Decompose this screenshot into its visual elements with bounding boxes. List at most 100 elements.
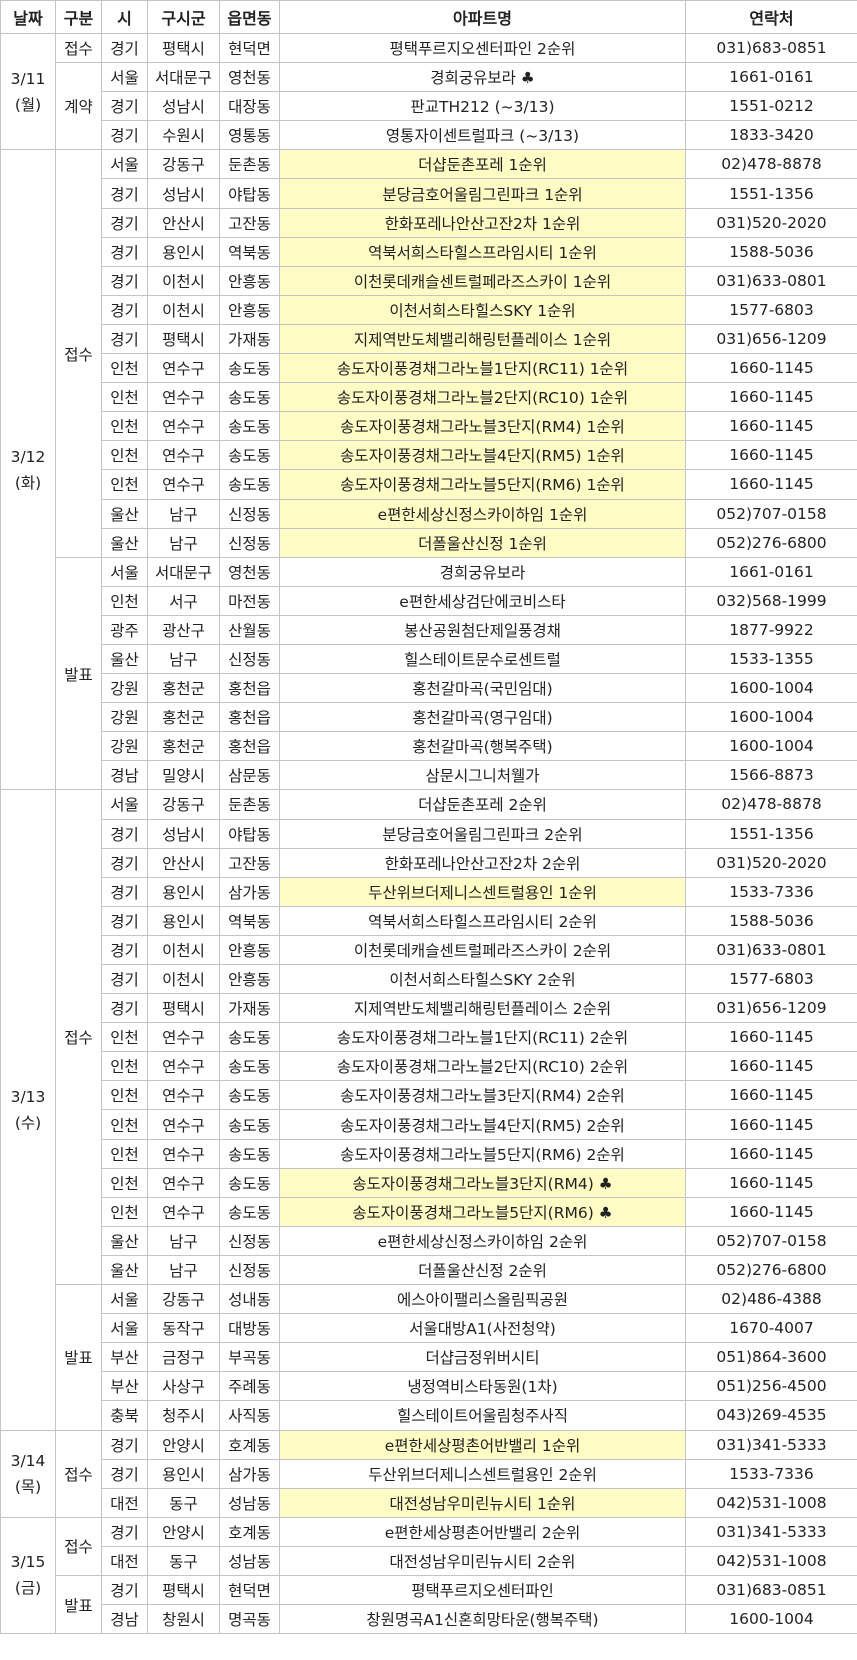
town-cell: 송도동 — [219, 353, 280, 384]
district-cell: 동구 — [147, 1487, 220, 1518]
table-row: 경기 이천시 안흥동 이천서희스타힐스SKY 1순위 1577-6803 — [1, 294, 857, 325]
header-row: 날짜 구분 시 구시군 읍면동 아파트명 연락처 — [0, 0, 857, 34]
contact-cell: 1660-1145 — [685, 1080, 857, 1111]
contact-cell: 1660-1145 — [685, 1051, 857, 1082]
apartment-cell: 한화포레나안산고잔2차 1순위 — [279, 207, 686, 238]
district-cell: 남구 — [147, 643, 220, 675]
apartment-cell: 서울대방A1(사전청약) — [279, 1313, 686, 1344]
table-row: 계약 서울 서대문구 영천동 경희궁유보라 ♣ 1661-0161 — [1, 62, 857, 151]
date-cell: 3/11 (월) — [0, 32, 56, 151]
city-cell: 광주 — [101, 614, 148, 645]
table-row: 인천 연수구 송도동 송도자이풍경채그라노블4단지(RM5) 2순위 1660-1145 — [1, 1109, 857, 1140]
apartment-cell: 영통자이센트럴파크 (~3/13) — [279, 120, 686, 151]
table-row: 부산 금정구 부곡동 더샵금정위버시티 051)864-3600 — [1, 1342, 857, 1373]
city-cell: 인천 — [101, 1109, 148, 1140]
table-row: 발표 서울 서대문구 영천동 경희궁유보라 1661-0161 — [1, 556, 857, 791]
town-cell: 송도동 — [219, 1051, 280, 1082]
apartment-cell: 더폴울산신정 1순위 — [279, 527, 686, 558]
city-cell: 인천 — [101, 440, 148, 471]
header-category: 구분 — [55, 0, 102, 34]
table-row: 대전 동구 성남동 대전성남우미린뉴시티 1순위 042)531-1008 — [1, 1487, 857, 1518]
contact-cell: 1660-1145 — [685, 1109, 857, 1140]
contact-cell: 1670-4007 — [685, 1313, 857, 1344]
contact-cell: 051)256-4500 — [685, 1371, 857, 1402]
town-cell: 송도동 — [219, 1022, 280, 1053]
district-cell: 연수구 — [147, 1080, 220, 1111]
header-contact: 연락처 — [685, 0, 857, 34]
contact-cell: 1660-1145 — [685, 469, 857, 500]
contact-cell: 1660-1145 — [685, 1022, 857, 1053]
district-cell: 용인시 — [147, 905, 220, 936]
contact-cell: 052)276-6800 — [685, 1254, 857, 1286]
contact-cell: 1660-1145 — [685, 1196, 857, 1227]
table-row: 울산 남구 신정동 e편한세상신정스카이하임 1순위 052)707-0158 — [1, 498, 857, 529]
apartment-cell: 창원명곡A1신혼희망타운(행복주택) — [279, 1604, 686, 1635]
district-cell: 금정구 — [147, 1342, 220, 1373]
district-cell: 용인시 — [147, 1458, 220, 1489]
city-cell: 인천 — [101, 1080, 148, 1111]
apartment-cell: 송도자이풍경채그라노블3단지(RM4) ♣ — [279, 1167, 686, 1198]
contact-cell: 1660-1145 — [685, 1138, 857, 1169]
contact-cell: 1600-1004 — [685, 1604, 857, 1635]
city-cell: 충북 — [101, 1400, 148, 1431]
table-header: 날짜 구분 시 구시군 읍면동 아파트명 연락처 — [0, 0, 857, 34]
town-cell: 마전동 — [219, 585, 280, 616]
contact-cell: 1577-6803 — [685, 294, 857, 325]
table-body: 3/11 (월) 접수 경기 평택시 현덕면 평택푸르지오센터파인 2순위 031)683-0… — [0, 32, 857, 1635]
apartment-cell: 두산위브더제니스센트럴용인 2순위 — [279, 1458, 686, 1489]
city-cell: 경기 — [101, 876, 148, 907]
apartment-cell: 더샵금정위버시티 — [279, 1342, 686, 1373]
apartment-cell: 지제역반도체밸리해링턴플레이스 2순위 — [279, 993, 686, 1024]
table-row: 울산 남구 신정동 힐스테이트문수로센트럴 1533-1355 — [1, 643, 857, 675]
town-cell: 가재동 — [219, 323, 280, 355]
table-row: 경기 수원시 영통동 영통자이센트럴파크 (~3/13) 1833-3420 — [1, 120, 857, 151]
city-cell: 경기 — [101, 963, 148, 995]
category-cell: 계약 — [55, 62, 102, 151]
apartment-cell: 송도자이풍경채그라노블1단지(RC11) 1순위 — [279, 353, 686, 384]
district-cell: 성남시 — [147, 818, 220, 849]
town-cell: 송도동 — [219, 1080, 280, 1111]
district-cell: 서구 — [147, 585, 220, 616]
district-cell: 연수구 — [147, 1051, 220, 1082]
district-cell: 연수구 — [147, 411, 220, 442]
apartment-cell: 평택푸르지오센터파인 2순위 — [279, 32, 686, 64]
town-cell: 현덕면 — [219, 32, 280, 64]
town-cell: 둔촌동 — [219, 149, 280, 180]
city-cell: 인천 — [101, 1022, 148, 1053]
town-cell: 송도동 — [219, 382, 280, 413]
contact-cell: 052)707-0158 — [685, 498, 857, 529]
table-row: 인천 연수구 송도동 송도자이풍경채그라노블3단지(RM4) 1순위 1660-1145 — [1, 411, 857, 442]
city-cell: 울산 — [101, 498, 148, 529]
town-cell: 삼가동 — [219, 1458, 280, 1489]
town-cell: 송도동 — [219, 411, 280, 442]
district-cell: 연수구 — [147, 1167, 220, 1198]
contact-cell: 052)276-6800 — [685, 527, 857, 558]
apartment-cell: e편한세상평촌어반밸리 1순위 — [279, 1429, 686, 1460]
contact-cell: 1661-0161 — [685, 556, 857, 587]
apartment-cell: 더샵둔촌포레 2순위 — [279, 789, 686, 820]
contact-cell: 1661-0161 — [685, 62, 857, 93]
town-cell: 성남동 — [219, 1487, 280, 1518]
category-cell: 접수 — [55, 789, 102, 1286]
contact-cell: 031)633-0801 — [685, 934, 857, 966]
city-cell: 인천 — [101, 1167, 148, 1198]
category-cell: 접수 — [55, 1429, 102, 1518]
table-row: 인천 연수구 송도동 송도자이풍경채그라노블3단지(RM4) ♣ 1660-1145 — [1, 1167, 857, 1198]
table-row: 발표 서울 강동구 성내동 에스아이팰리스올림픽공원 02)486-4388 — [1, 1284, 857, 1431]
town-cell: 신정동 — [219, 498, 280, 529]
town-cell: 가재동 — [219, 993, 280, 1024]
table-row: 3/11 (월) 접수 경기 평택시 현덕면 평택푸르지오센터파인 2순위 031)683-0… — [0, 32, 857, 151]
weekday-text: (수) — [14, 1113, 42, 1132]
city-cell: 경기 — [101, 265, 148, 296]
apartment-cell: 힐스테이트어울림청주사직 — [279, 1400, 686, 1431]
district-cell: 강동구 — [147, 1284, 220, 1315]
apartment-cell: 홍천갈마곡(국민임대) — [279, 673, 686, 704]
contact-cell: 1660-1145 — [685, 382, 857, 413]
town-cell: 현덕면 — [219, 1574, 280, 1606]
apartment-cell: 송도자이풍경채그라노블4단지(RM5) 1순위 — [279, 440, 686, 471]
table-row: 인천 연수구 송도동 송도자이풍경채그라노블2단지(RC10) 1순위 1660-114… — [1, 382, 857, 413]
city-cell: 서울 — [101, 62, 148, 93]
town-cell: 송도동 — [219, 1109, 280, 1140]
category-cell: 발표 — [55, 556, 102, 791]
apartment-cell: 분당금호어울림그린파크 1순위 — [279, 178, 686, 209]
